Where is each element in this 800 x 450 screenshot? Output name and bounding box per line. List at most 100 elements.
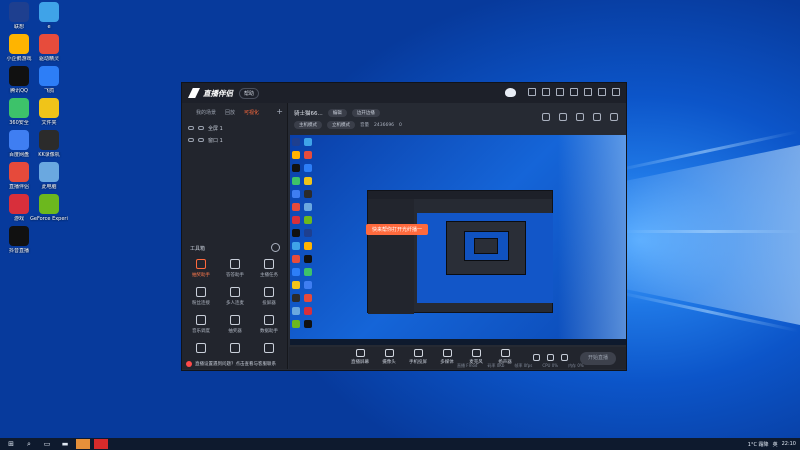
settings-icon[interactable] <box>556 88 564 96</box>
desktop-icon-label: 文件夹 <box>41 120 57 126</box>
tool-item[interactable] <box>186 343 216 356</box>
tab-scenes[interactable]: 我的场景 <box>196 109 216 116</box>
tool-icon <box>230 343 240 353</box>
preview-app-icon <box>304 138 312 146</box>
tool-item[interactable]: 多人连麦 <box>220 287 250 306</box>
eye-icon[interactable] <box>188 126 194 130</box>
toolbox-title: 工具箱 <box>190 246 206 252</box>
live-preview[interactable]: 快来帮你打开光纤播一 <box>290 135 626 345</box>
landscape-mode-pill[interactable]: 立机模式 <box>327 121 355 129</box>
close-icon[interactable] <box>612 88 620 96</box>
desktop-icon-label: 驱动精灵 <box>38 56 59 62</box>
minimize-icon[interactable] <box>584 88 592 96</box>
app-title: 直播伴侣 <box>203 88 233 98</box>
app-icon <box>9 226 29 246</box>
add-scene-icon[interactable]: + <box>276 107 283 116</box>
tool-item[interactable] <box>254 343 284 356</box>
preview-app-icon <box>292 268 300 276</box>
preview-app-icon <box>304 255 312 263</box>
mode-pill[interactable]: 边开边播 <box>351 109 380 117</box>
preview-app-icon <box>292 190 300 198</box>
preview-app-icon <box>304 190 312 198</box>
eye-icon[interactable] <box>188 138 194 142</box>
edit-pill[interactable]: 编辑 <box>327 109 347 117</box>
tool-item[interactable]: 主播任务 <box>254 259 284 278</box>
desktop-icon[interactable]: KK录像机 <box>30 130 68 158</box>
tool-icon <box>196 259 206 269</box>
preview-app-icon <box>304 229 312 237</box>
tool-icon <box>264 315 274 325</box>
menu-icon[interactable] <box>570 88 578 96</box>
toolbox-settings-icon[interactable] <box>271 243 280 252</box>
preview-app-icon <box>292 138 300 146</box>
lock-icon[interactable] <box>559 113 567 121</box>
clock[interactable]: 22:10 <box>782 441 796 447</box>
scene-label: 窗口 1 <box>208 137 223 144</box>
preview-app-icon <box>292 281 300 289</box>
scene-item[interactable]: 窗口 1 <box>188 134 287 146</box>
preview-app-icon <box>292 242 300 250</box>
preview-app-icon <box>304 320 312 328</box>
message-icon[interactable] <box>542 88 550 96</box>
app-icon <box>39 66 59 86</box>
lock-icon[interactable] <box>198 126 204 130</box>
tool-item[interactable] <box>220 343 250 356</box>
host-mode-pill[interactable]: 主机模式 <box>294 121 322 129</box>
preview-app-icon <box>304 177 312 185</box>
logo-mark-icon <box>188 88 200 98</box>
preview-tooltip[interactable]: 快来帮你打开光纤播一 <box>366 224 429 235</box>
camera-icon <box>384 349 394 357</box>
maximize-icon[interactable] <box>598 88 606 96</box>
tool-icon <box>230 287 240 297</box>
help-button[interactable]: 帮助 <box>239 87 260 99</box>
nested-window-3 <box>474 238 498 254</box>
tool-icon <box>264 343 274 353</box>
share-icon[interactable] <box>610 113 618 121</box>
file-explorer-icon[interactable]: ▬ <box>58 439 72 449</box>
search-icon[interactable]: ⌕ <box>22 439 36 449</box>
status-item: 直播 Fmod <box>457 362 478 368</box>
tool-label: 音乐调度 <box>192 329 210 334</box>
gift-icon[interactable] <box>576 113 584 121</box>
video-icon[interactable] <box>533 354 540 361</box>
gear-icon[interactable] <box>561 354 568 361</box>
language-indicator[interactable]: 英 <box>773 441 778 448</box>
tool-label: 答答助手 <box>226 273 244 278</box>
tool-item[interactable]: 抽奖器 <box>220 315 250 334</box>
desktop-icon[interactable]: 抖音直播 <box>0 226 38 254</box>
help-note[interactable]: 直播设置遇到问题？点击查看与客服联系 <box>186 361 276 367</box>
tool-item[interactable]: 数据助手 <box>254 315 284 334</box>
tool-item[interactable]: 抽奖助手 <box>186 259 216 278</box>
tool-icon <box>230 259 240 269</box>
app-icon <box>9 130 29 150</box>
desktop-icon[interactable]: GeForce Experience <box>30 194 68 222</box>
app-taskbar-icon[interactable] <box>76 439 90 449</box>
tool-label: 粉丝连接 <box>192 301 210 306</box>
preview-app-icon <box>304 164 312 172</box>
tool-item[interactable]: 音乐调度 <box>186 315 216 334</box>
tool-item[interactable]: 投屏器 <box>254 287 284 306</box>
weather-text[interactable]: 1°C 霜降 <box>748 441 769 448</box>
scene-item[interactable]: 全屏 1 <box>188 122 287 134</box>
mascot-icon <box>505 88 516 97</box>
system-tray: 1°C 霜降 英 22:10 <box>748 438 796 450</box>
desktop-icon[interactable]: 驱动精灵 <box>30 34 68 62</box>
live-taskbar-icon[interactable] <box>94 439 108 449</box>
start-button[interactable]: ⊞ <box>4 439 18 449</box>
desktop-icon[interactable]: 此电脑 <box>30 162 68 190</box>
lock-icon[interactable] <box>198 138 204 142</box>
tool-item[interactable]: 粉丝连接 <box>186 287 216 306</box>
preview-app-icon <box>292 216 300 224</box>
eye-icon[interactable] <box>547 354 554 361</box>
layout-icon[interactable] <box>542 113 550 121</box>
bell-icon[interactable] <box>593 113 601 121</box>
task-view-icon[interactable]: ▭ <box>40 439 54 449</box>
skin-icon[interactable] <box>528 88 536 96</box>
desktop-icon[interactable]: 文件夹 <box>30 98 68 126</box>
stat-value: 2436696 <box>374 122 395 128</box>
tab-visual[interactable]: 可视化 <box>244 109 259 116</box>
desktop-icon[interactable]: e <box>30 2 68 30</box>
tab-replay[interactable]: 回放 <box>225 109 235 116</box>
tool-item[interactable]: 答答助手 <box>220 259 250 278</box>
desktop-icon[interactable]: 飞鸽 <box>30 66 68 94</box>
